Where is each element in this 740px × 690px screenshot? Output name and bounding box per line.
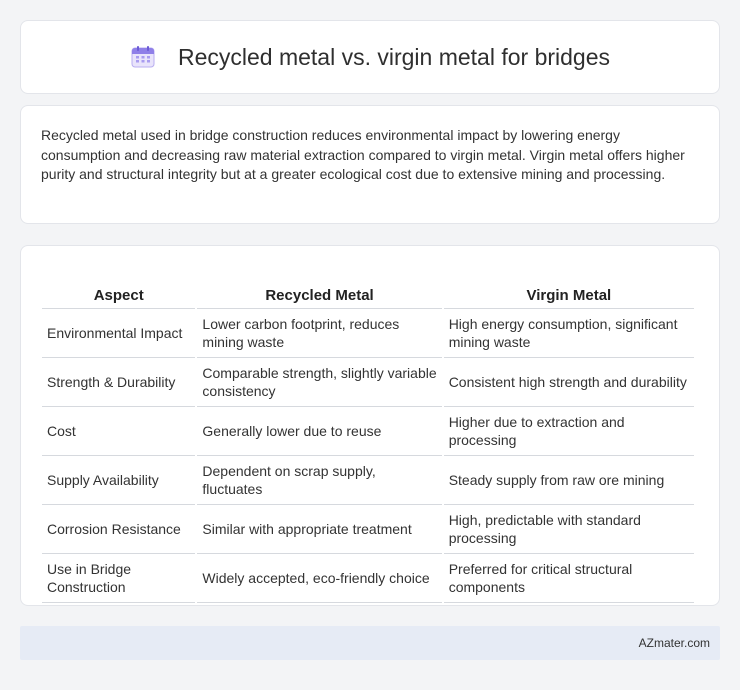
table-row: Environmental Impact Lower carbon footpr… <box>42 309 694 358</box>
table-row: Use in Bridge Construction Widely accept… <box>42 554 694 603</box>
cell-recycled: Lower carbon footprint, reduces mining w… <box>197 309 442 358</box>
header-recycled-metal: Recycled Metal <box>197 267 442 309</box>
cell-virgin: High energy consumption, significant min… <box>443 309 694 358</box>
header-virgin-metal: Virgin Metal <box>443 267 694 309</box>
cell-aspect: Cost <box>42 407 196 456</box>
description-card: Recycled metal used in bridge constructi… <box>20 105 720 224</box>
table-header-row: Aspect Recycled Metal Virgin Metal <box>42 267 694 309</box>
cell-aspect: Corrosion Resistance <box>42 505 196 554</box>
table-row: Strength & Durability Comparable strengt… <box>42 358 694 407</box>
table-row: Corrosion Resistance Similar with approp… <box>42 505 694 554</box>
cell-virgin: Higher due to extraction and processing <box>443 407 694 456</box>
comparison-table: Aspect Recycled Metal Virgin Metal Envir… <box>40 267 696 603</box>
page-title: Recycled metal vs. virgin metal for brid… <box>177 43 611 70</box>
table-row: Supply Availability Dependent on scrap s… <box>42 456 694 505</box>
cell-aspect: Supply Availability <box>42 456 196 505</box>
title-card: Recycled metal vs. virgin metal for brid… <box>20 20 720 94</box>
cell-recycled: Generally lower due to reuse <box>197 407 442 456</box>
table-row: Cost Generally lower due to reuse Higher… <box>42 407 694 456</box>
cell-virgin: Preferred for critical structural compon… <box>443 554 694 603</box>
cell-virgin: Consistent high strength and durability <box>443 358 694 407</box>
cell-virgin: Steady supply from raw ore mining <box>443 456 694 505</box>
cell-recycled: Comparable strength, slightly variable c… <box>197 358 442 407</box>
footer: AZmater.com <box>20 626 720 660</box>
calendar-icon <box>130 44 156 70</box>
cell-recycled: Similar with appropriate treatment <box>197 505 442 554</box>
cell-recycled: Dependent on scrap supply, fluctuates <box>197 456 442 505</box>
footer-brand: AZmater.com <box>638 636 710 650</box>
description-text: Recycled metal used in bridge constructi… <box>41 127 685 182</box>
header-aspect: Aspect <box>42 267 196 309</box>
cell-recycled: Widely accepted, eco-friendly choice <box>197 554 442 603</box>
cell-virgin: High, predictable with standard processi… <box>443 505 694 554</box>
comparison-table-card: Aspect Recycled Metal Virgin Metal Envir… <box>20 245 720 606</box>
cell-aspect: Strength & Durability <box>42 358 196 407</box>
cell-aspect: Environmental Impact <box>42 309 196 358</box>
cell-aspect: Use in Bridge Construction <box>42 554 196 603</box>
